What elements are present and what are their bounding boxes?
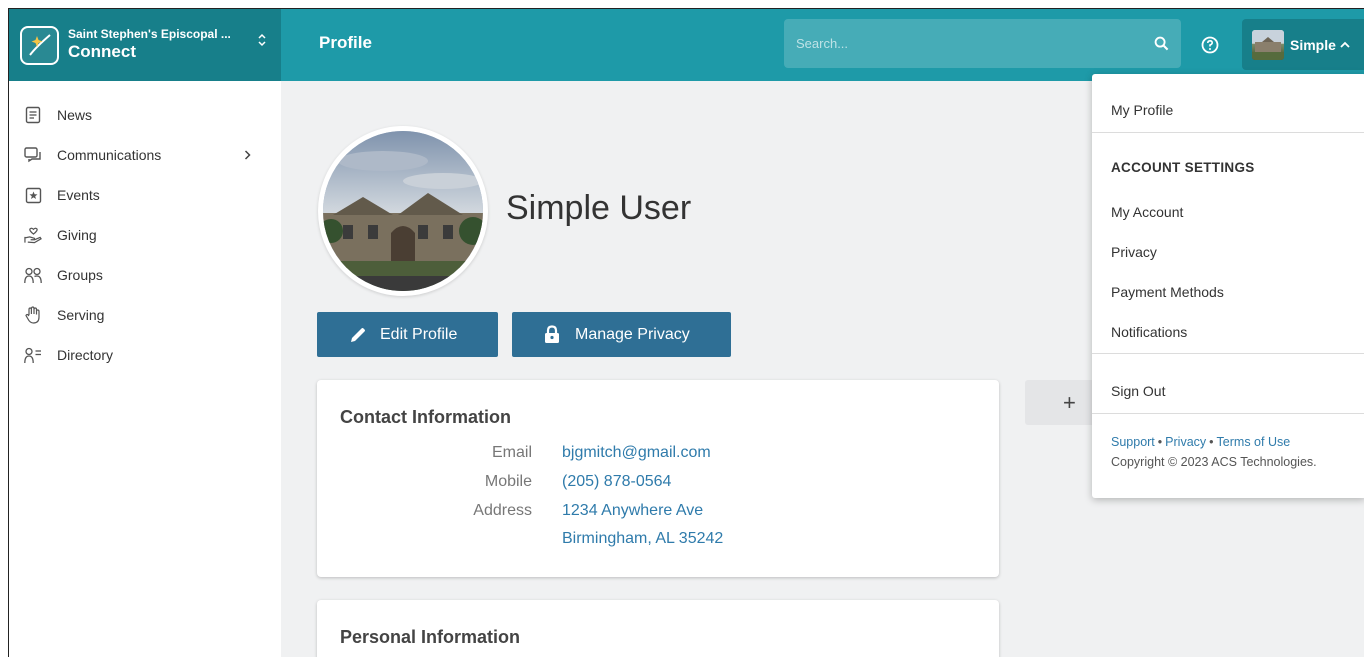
page-title: Profile <box>319 33 372 52</box>
menu-item-my-profile[interactable]: My Profile <box>1111 102 1173 118</box>
avatar <box>1252 29 1284 60</box>
lock-icon <box>544 325 564 345</box>
chat-icon <box>24 146 42 164</box>
mobile-label: Mobile <box>484 473 532 490</box>
user-name: Simple <box>1290 36 1336 53</box>
manage-privacy-button[interactable]: Manage Privacy <box>512 312 731 357</box>
sidebar: News Communications Events Giving Groups… <box>9 81 281 657</box>
app-name: Connect <box>68 42 136 62</box>
mobile-link[interactable]: (205) 878-0564 <box>562 473 671 491</box>
manage-privacy-label: Manage Privacy <box>575 325 690 343</box>
separator-dot: • <box>1157 435 1163 449</box>
brand-switcher[interactable]: Saint Stephen's Episcopal ... Connect <box>9 9 281 81</box>
raised-hand-icon <box>24 306 42 324</box>
search-icon[interactable] <box>1141 36 1181 51</box>
chevron-up-icon <box>1340 37 1350 52</box>
sidebar-item-label: Directory <box>57 347 114 363</box>
menu-item-payment-methods[interactable]: Payment Methods <box>1111 284 1224 300</box>
pencil-icon <box>349 325 369 345</box>
sidebar-item-label: Giving <box>57 227 97 243</box>
sidebar-item-label: Serving <box>57 307 105 323</box>
top-bar: Saint Stephen's Episcopal ... Connect Pr… <box>9 9 1364 81</box>
sidebar-item-groups[interactable]: Groups <box>9 255 281 295</box>
contact-row-address-line2: Birmingham, AL 35242 <box>317 530 999 556</box>
personal-information-card: Personal Information <box>317 600 999 657</box>
divider <box>1092 413 1364 414</box>
search-box <box>784 19 1181 68</box>
profile-photo[interactable] <box>318 126 488 296</box>
sidebar-item-label: Groups <box>57 267 103 283</box>
sidebar-item-label: Events <box>57 187 100 203</box>
account-settings-heading: ACCOUNT SETTINGS <box>1111 160 1255 175</box>
address-line2-link[interactable]: Birmingham, AL 35242 <box>562 530 723 548</box>
menu-item-my-account[interactable]: My Account <box>1111 204 1183 220</box>
sidebar-item-events[interactable]: Events <box>9 175 281 215</box>
sidebar-item-news[interactable]: News <box>9 95 281 135</box>
menu-item-privacy[interactable]: Privacy <box>1111 244 1157 260</box>
footer-links: Support • Privacy • Terms of Use <box>1111 435 1290 449</box>
news-icon <box>24 106 42 124</box>
card-title: Personal Information <box>340 627 521 647</box>
divider <box>1092 353 1364 354</box>
user-menu-button[interactable]: Simple <box>1242 19 1364 70</box>
contact-row-address: Address 1234 Anywhere Ave <box>317 502 999 528</box>
calendar-star-icon <box>24 186 42 204</box>
groups-icon <box>24 266 42 284</box>
copyright-text: Copyright © 2023 ACS Technologies. <box>1111 455 1317 469</box>
sidebar-item-giving[interactable]: Giving <box>9 215 281 255</box>
edit-profile-label: Edit Profile <box>380 325 458 343</box>
directory-icon <box>24 346 42 364</box>
connect-logo-icon <box>20 25 59 65</box>
terms-link[interactable]: Terms of Use <box>1217 435 1291 449</box>
contact-row-email: Email bjgmitch@gmail.com <box>317 444 999 470</box>
app-window: Saint Stephen's Episcopal ... Connect Pr… <box>8 8 1364 657</box>
menu-item-notifications[interactable]: Notifications <box>1111 324 1187 340</box>
sidebar-item-label: Communications <box>57 147 162 163</box>
email-link[interactable]: bjgmitch@gmail.com <box>562 444 711 462</box>
plus-icon: + <box>1063 389 1076 415</box>
divider <box>1092 132 1364 133</box>
help-icon[interactable] <box>1198 33 1222 57</box>
support-link[interactable]: Support <box>1111 435 1155 449</box>
search-input[interactable] <box>784 36 1141 51</box>
privacy-link[interactable]: Privacy <box>1165 435 1206 449</box>
edit-profile-button[interactable]: Edit Profile <box>317 312 498 357</box>
profile-name: Simple User <box>506 189 692 227</box>
user-dropdown-menu: My Profile ACCOUNT SETTINGS My Account P… <box>1092 74 1364 498</box>
giving-hand-icon <box>24 226 42 244</box>
contact-information-card: Contact Information Email bjgmitch@gmail… <box>317 380 999 577</box>
sidebar-item-label: News <box>57 107 93 123</box>
sidebar-item-communications[interactable]: Communications <box>9 135 281 175</box>
address-label: Address <box>473 502 532 519</box>
email-label: Email <box>491 444 532 461</box>
chevron-right-icon <box>244 147 251 163</box>
sidebar-item-directory[interactable]: Directory <box>9 335 281 375</box>
switch-chevron-icon <box>257 33 267 50</box>
organization-name: Saint Stephen's Episcopal ... <box>68 27 231 42</box>
card-title: Contact Information <box>340 407 511 427</box>
address-line1-link[interactable]: 1234 Anywhere Ave <box>562 502 703 520</box>
sidebar-item-serving[interactable]: Serving <box>9 295 281 335</box>
menu-item-sign-out[interactable]: Sign Out <box>1111 383 1165 399</box>
separator-dot: • <box>1209 435 1214 449</box>
contact-row-mobile: Mobile (205) 878-0564 <box>317 473 999 499</box>
